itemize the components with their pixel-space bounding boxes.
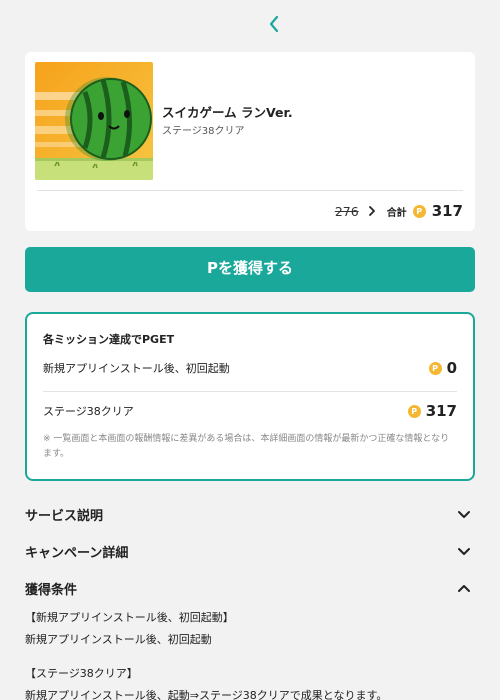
accordion-title: キャンペーン詳細 — [25, 545, 129, 561]
chevron-up-icon — [455, 579, 473, 597]
chevron-down-icon — [455, 542, 473, 560]
card-divider — [37, 190, 463, 191]
mission-label: ステージ38クリア — [43, 405, 134, 418]
total-label: 合計 — [386, 207, 407, 219]
accordion-acquisition-conditions[interactable]: 獲得条件 — [25, 576, 475, 600]
mission-points-value: 0 — [446, 359, 457, 377]
point-coin-icon: P — [428, 361, 442, 375]
condition-text: 新規アプリインストール後、起動⇒ステージ38クリアで成果となります。 — [25, 689, 388, 700]
accordion-title: 獲得条件 — [25, 582, 78, 598]
app-card: スイカゲーム ランVer. ステージ38クリア 276 合計 P 317 — [25, 52, 475, 231]
chevron-right-icon — [365, 204, 379, 218]
points-summary: 276 合計 P 317 — [335, 200, 463, 222]
app-subtitle: ステージ38クリア — [162, 126, 245, 137]
get-points-button[interactable]: Pを獲得する — [25, 247, 475, 292]
back-button[interactable] — [262, 12, 286, 36]
mission-row: ステージ38クリア P 317 — [43, 399, 457, 423]
app-name: スイカゲーム ランVer. — [162, 105, 293, 120]
mission-points: P 0 — [428, 359, 457, 377]
condition-text: 新規アプリインストール後、初回起動 — [25, 633, 212, 646]
condition-heading: 【ステージ38クリア】 — [25, 667, 138, 680]
mission-note: ※ 一覧画面と本画面の報酬情報に差異がある場合は、本詳細画面の情報が最新かつ正確… — [43, 434, 450, 459]
mission-points: P 317 — [407, 402, 457, 420]
accordion-campaign-details[interactable]: キャンペーン詳細 — [25, 539, 475, 563]
chevron-down-icon — [455, 505, 473, 523]
mission-label: 新規アプリインストール後、初回起動 — [43, 362, 230, 375]
accordion-service-description[interactable]: サービス説明 — [25, 502, 475, 526]
mission-row: 新規アプリインストール後、初回起動 P 0 — [43, 356, 457, 380]
mission-box: 各ミッション達成でPGET 新規アプリインストール後、初回起動 P 0 ステージ… — [25, 312, 475, 481]
chevron-left-icon — [269, 15, 279, 33]
app-thumbnail — [35, 62, 153, 180]
old-points: 276 — [334, 203, 359, 219]
total-points: 317 — [431, 202, 463, 220]
mission-points-value: 317 — [425, 402, 457, 420]
point-coin-icon: P — [407, 404, 421, 418]
condition-heading: 【新規アプリインストール後、初回起動】 — [25, 611, 234, 624]
mission-divider — [43, 391, 457, 392]
point-coin-icon: P — [412, 204, 426, 218]
accordion-title: サービス説明 — [25, 508, 104, 524]
mission-title: 各ミッション達成でPGET — [43, 333, 175, 346]
